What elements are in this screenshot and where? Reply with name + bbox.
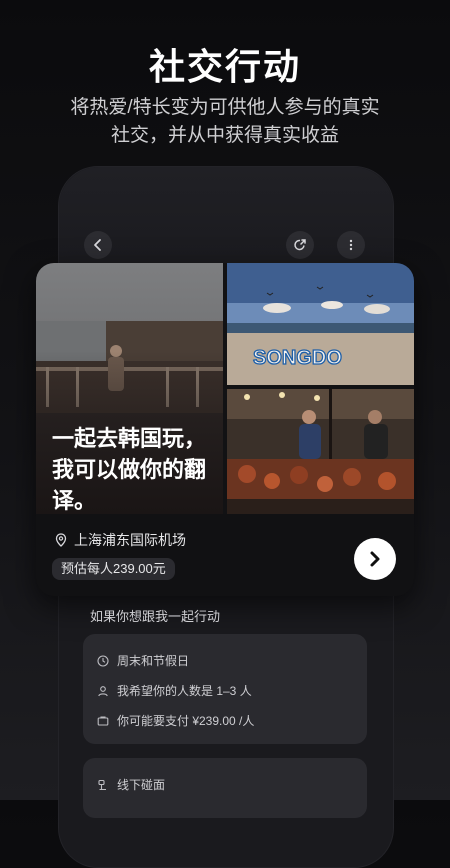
info-text-meet: 线下碰面: [117, 778, 166, 792]
info-row-meet: 线下碰面: [97, 776, 165, 793]
share-button[interactable]: [286, 231, 314, 259]
clock-icon: [97, 654, 109, 667]
meet-info-box: 线下碰面: [83, 758, 367, 818]
promo-subline: 将热爱/特长变为可供他人参与的真实 社交，并从中获得真实收益: [30, 94, 420, 150]
more-button[interactable]: [337, 231, 365, 259]
price-estimate-badge: 预估每人239.00元: [52, 558, 175, 580]
join-section-title: 如果你想跟我一起行动: [90, 609, 221, 624]
location-pin-icon: [55, 533, 67, 547]
wallet-icon: [97, 715, 109, 726]
photo-songdo-beach: SONGDO: [227, 263, 414, 385]
back-button[interactable]: [84, 231, 112, 259]
subline-line-1: 将热爱/特长变为可供他人参与的真实: [70, 97, 380, 118]
card-footer: 上海浦东国际机场 预估每人239.00元: [36, 514, 414, 596]
go-button[interactable]: [354, 538, 396, 580]
info-row-time: 周末和节假日: [97, 652, 189, 669]
more-vertical-icon: [349, 239, 353, 251]
phone-header: [59, 167, 393, 277]
share-icon: [294, 239, 306, 251]
join-info-box: 周末和节假日 我希望你的人数是 1–3 人 你可能要支付 ¥239.00 /人: [83, 634, 367, 744]
info-text-people: 我希望你的人数是 1–3 人: [117, 684, 252, 698]
photo-seafood-market: [227, 389, 414, 514]
person-icon: [98, 685, 108, 696]
info-row-payment: 你可能要支付 ¥239.00 /人: [97, 712, 254, 729]
meet-icon: [98, 779, 106, 790]
info-text-time: 周末和节假日: [117, 654, 190, 668]
card-overlay-text: 一起去韩国玩，我可以做你的翻译。: [52, 426, 207, 513]
chevron-left-icon: [94, 239, 101, 251]
info-text-payment: 你可能要支付 ¥239.00 /人: [117, 714, 255, 728]
songdo-sign: SONGDO: [253, 347, 342, 369]
location-text: 上海浦东国际机场: [74, 532, 186, 548]
chevron-right-icon: [370, 551, 380, 567]
subline-line-2: 社交，并从中获得真实收益: [110, 125, 339, 146]
info-row-people: 我希望你的人数是 1–3 人: [97, 682, 252, 699]
promo-headline: 社交行动: [148, 46, 301, 87]
location-row: 上海浦东国际机场: [54, 530, 186, 550]
activity-card[interactable]: 一起去韩国玩，我可以做你的翻译。 SONGDO 上海浦东国际机场 预估每人239…: [36, 263, 414, 596]
